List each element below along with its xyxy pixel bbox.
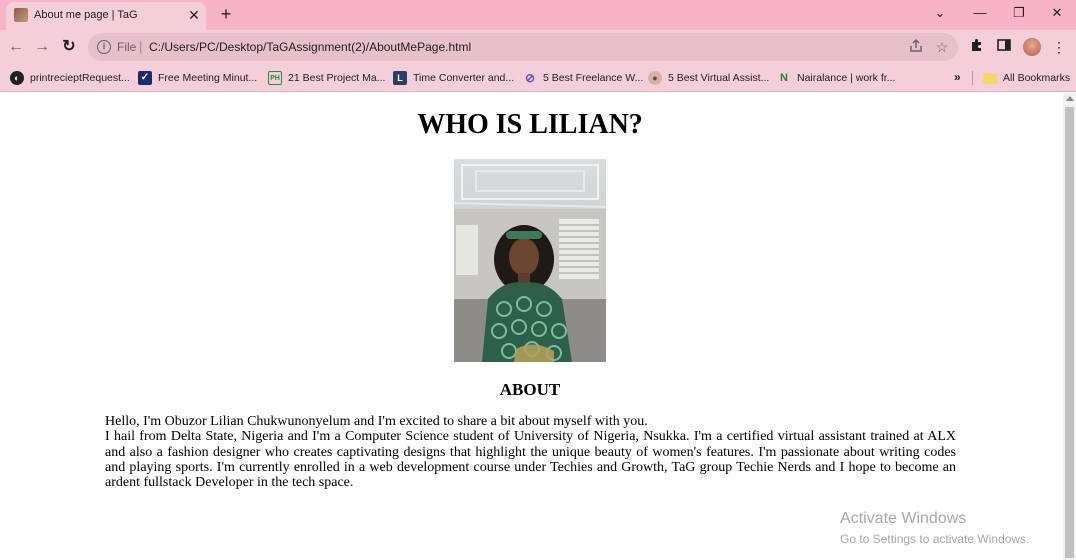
tab-favicon-icon (14, 8, 28, 22)
browser-tab[interactable]: About me page | TaG ✕ (6, 2, 206, 30)
about-intro: Hello, I'm Obuzor Lilian Chukwunonyelum … (105, 414, 648, 429)
ph-icon: PH (268, 71, 282, 85)
tab-search-icon[interactable]: ⌄ (928, 3, 952, 23)
l-icon: L (393, 71, 407, 85)
tab-title: About me page | TaG (34, 9, 138, 21)
watermark-subtitle: Go to Settings to activate Windows. (840, 532, 1030, 546)
minimize-button[interactable]: — (968, 3, 992, 23)
profile-photo (454, 159, 606, 362)
new-tab-button[interactable]: + (216, 4, 236, 24)
bookmarks-overflow-button[interactable]: » (954, 70, 961, 84)
bookmark-item[interactable]: ● 5 Best Virtual Assist... (648, 68, 769, 88)
close-window-button[interactable]: ✕ (1045, 3, 1069, 23)
scroll-up-arrow-icon[interactable] (1066, 96, 1074, 101)
bookmark-label: Free Meeting Minut... (158, 72, 258, 84)
vertical-scrollbar[interactable] (1063, 93, 1076, 560)
bookmark-label: 5 Best Virtual Assist... (668, 72, 770, 84)
restore-button[interactable]: ❐ (1007, 3, 1031, 23)
globe-icon: ◐ (10, 71, 24, 85)
tab-close-icon[interactable]: ✕ (186, 7, 202, 23)
bookmark-item[interactable]: PH 21 Best Project Ma... (268, 68, 385, 88)
reload-button[interactable]: ↻ (59, 37, 79, 57)
activate-windows-watermark: Activate Windows Go to Settings to activ… (840, 510, 1029, 546)
browser-toolbar: ← → ↻ i File | C:/Users/PC/Desktop/TaGAs… (0, 30, 1076, 64)
folder-icon (983, 72, 997, 84)
orbit-icon: ⊘ (524, 71, 536, 85)
menu-kebab-icon[interactable]: ⋮ (1050, 38, 1068, 56)
address-bar[interactable]: i File | C:/Users/PC/Desktop/TaGAssignme… (88, 33, 958, 61)
bookmark-label: 21 Best Project Ma... (288, 72, 386, 84)
url-separator: | (139, 39, 143, 54)
bookmarks-divider (972, 71, 973, 85)
share-icon[interactable] (908, 39, 924, 55)
all-bookmarks-button[interactable]: All Bookmarks (983, 68, 1070, 88)
side-panel-icon[interactable] (995, 38, 1013, 56)
extensions-icon[interactable] (968, 38, 986, 56)
url-text[interactable]: C:/Users/PC/Desktop/TaGAssignment(2)/Abo… (149, 40, 471, 54)
about-body: I hail from Delta State, Nigeria and I'm… (105, 429, 956, 491)
bookmark-item[interactable]: ◐ printrecieptRequest... (10, 68, 130, 88)
bookmark-label: 5 Best Freelance W... (543, 72, 644, 84)
back-button[interactable]: ← (6, 37, 26, 57)
watermark-title: Activate Windows (840, 510, 967, 527)
bookmark-label: printrecieptRequest... (30, 72, 130, 84)
about-heading: ABOUT (499, 380, 561, 399)
page-title: WHO IS LILIAN? (417, 109, 643, 140)
scrollbar-thumb[interactable] (1065, 107, 1074, 558)
forward-button[interactable]: → (32, 37, 52, 57)
checkmark-icon: ✓ (138, 71, 152, 85)
bookmark-label: Nairalance | work fr... (797, 72, 896, 84)
bookmark-item[interactable]: L Time Converter and... (393, 68, 514, 88)
bookmark-star-icon[interactable]: ☆ (934, 39, 950, 55)
bookmark-item[interactable]: N Nairalance | work fr... (777, 68, 895, 88)
site-info-icon[interactable]: i (97, 40, 111, 54)
profile-avatar[interactable] (1023, 38, 1041, 56)
tab-strip: About me page | TaG ✕ + ⌄ — ❐ ✕ (0, 0, 1076, 30)
about-paragraph: Hello, I'm Obuzor Lilian Chukwunonyelum … (105, 414, 956, 490)
file-label: File (117, 40, 137, 54)
bookmark-item[interactable]: ⊘ 5 Best Freelance W... (523, 68, 643, 88)
n-icon: N (780, 72, 788, 84)
bookmark-item[interactable]: ✓ Free Meeting Minut... (138, 68, 257, 88)
person-icon: ● (648, 71, 662, 85)
bookmark-label: Time Converter and... (413, 72, 515, 84)
all-bookmarks-label: All Bookmarks (1003, 72, 1071, 84)
page-viewport: WHO IS LILIAN? ABOUT Hello, I'm Obuzor L… (0, 93, 1063, 560)
bookmarks-bar: ◐ printrecieptRequest... ✓ Free Meeting … (0, 64, 1076, 92)
